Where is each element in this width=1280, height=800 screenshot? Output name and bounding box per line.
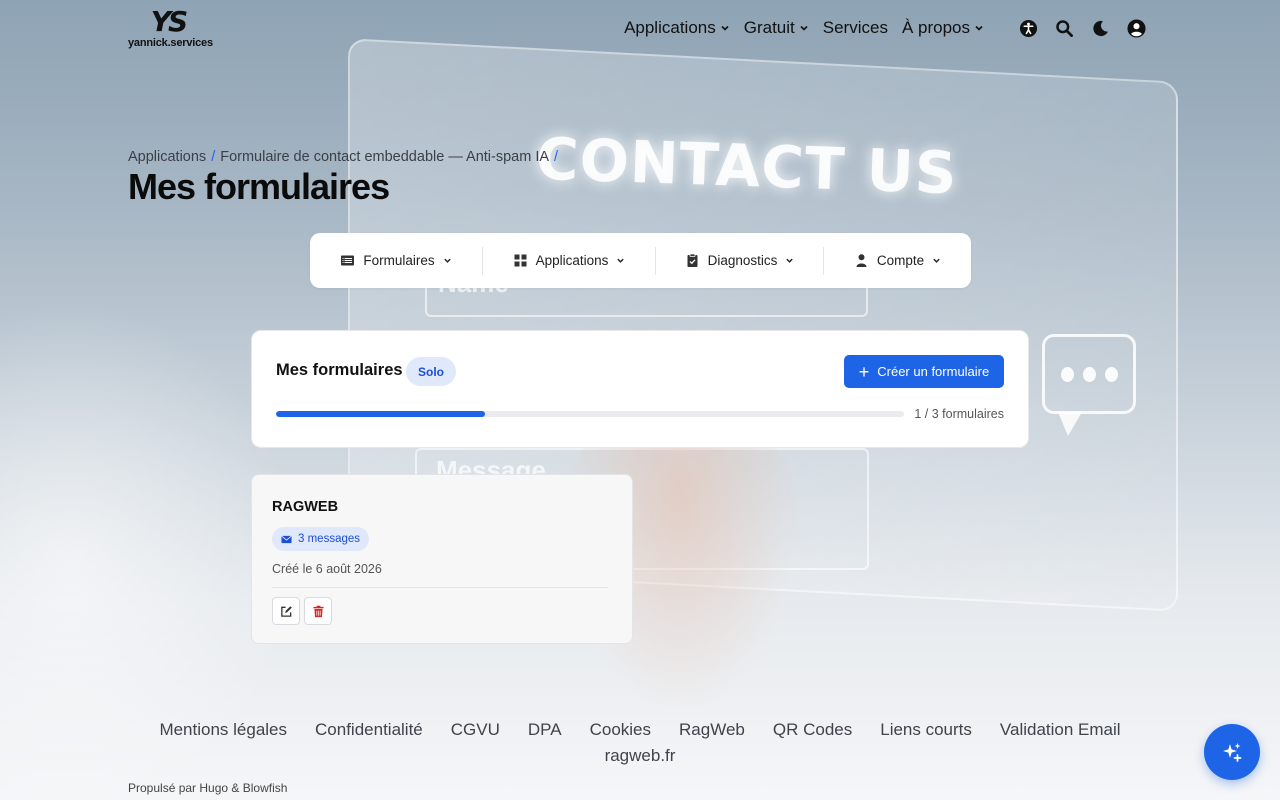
powered-by: Propulsé par Hugo & Blowfish: [128, 781, 288, 795]
footer-link-cookies[interactable]: Cookies: [590, 718, 651, 742]
footer-link-cgvu[interactable]: CGVU: [451, 718, 500, 742]
edit-form-button[interactable]: [272, 597, 300, 625]
chevron-down-icon: [443, 258, 451, 263]
breadcrumb-separator: /: [211, 149, 216, 165]
chevron-down-icon: [786, 258, 794, 263]
create-form-button-label: Créer un formulaire: [877, 364, 990, 379]
usage-label: 1 / 3 formulaires: [914, 407, 1004, 421]
footer-link-ragweb[interactable]: RagWeb: [679, 718, 745, 742]
site-logo[interactable]: YS yannick.services: [128, 5, 213, 50]
chevron-down-icon: [617, 258, 625, 263]
form-name: RAGWEB: [272, 499, 339, 515]
footer-link-qr-codes[interactable]: QR Codes: [773, 718, 852, 742]
chevron-down-icon: [975, 25, 983, 31]
accessibility-icon[interactable]: [1018, 18, 1038, 38]
usage-progress-bar: [276, 411, 904, 417]
subnav-applications-label: Applications: [535, 253, 609, 268]
forms-summary-card: Mes formulaires Solo + Créer un formulai…: [251, 330, 1029, 448]
list-icon: [341, 255, 355, 266]
nav-gratuit[interactable]: Gratuit: [744, 18, 809, 38]
breadcrumb-item-applications[interactable]: Applications: [128, 149, 206, 165]
plan-badge: Solo: [406, 357, 456, 386]
grid-icon: [514, 254, 527, 267]
nav-services[interactable]: Services: [823, 18, 888, 38]
chevron-down-icon: [933, 258, 940, 263]
nav-gratuit-label: Gratuit: [743, 18, 795, 37]
footer-link-validation-email[interactable]: Validation Email: [1000, 718, 1121, 742]
create-form-button[interactable]: + Créer un formulaire: [844, 355, 1004, 388]
breadcrumb: Applications / Formulaire de contact emb…: [128, 149, 563, 165]
plus-icon: +: [858, 361, 870, 382]
subnav-compte-label: Compte: [876, 253, 925, 268]
breadcrumb-separator: /: [554, 149, 559, 165]
footer-links: Mentions légales Confidentialité CGVU DP…: [0, 718, 1280, 768]
usage-progress-fill: [276, 411, 486, 417]
footer-link-mentions-legales[interactable]: Mentions légales: [159, 718, 287, 742]
subnav-formulaires-label: Formulaires: [363, 253, 435, 268]
footer-link-ragweb-fr[interactable]: ragweb.fr: [605, 744, 676, 768]
footer-link-liens-courts[interactable]: Liens courts: [880, 718, 972, 742]
user-icon[interactable]: [1126, 18, 1146, 38]
messages-count: 3 messages: [298, 533, 361, 545]
subnav-compte[interactable]: Compte: [824, 247, 971, 275]
form-card-divider: [272, 587, 608, 588]
clipboard-icon: [687, 253, 698, 267]
dashboard-subnav: Formulaires Applications Diagnostics Com…: [310, 233, 971, 288]
summary-title: Mes formulaires: [276, 361, 403, 379]
subnav-diagnostics[interactable]: Diagnostics: [656, 247, 823, 275]
nav-applications[interactable]: Applications: [624, 18, 730, 38]
edit-icon: [280, 605, 292, 617]
nav-applications-label: Applications: [624, 18, 716, 37]
delete-form-button[interactable]: [304, 597, 332, 625]
form-created-date: Créé le 6 août 2026: [272, 562, 382, 576]
chevron-down-icon: [800, 25, 808, 31]
sparkle-icon: [1223, 743, 1242, 762]
messages-badge[interactable]: 3 messages: [272, 527, 370, 551]
top-navigation: Applications Gratuit Services À propos: [610, 17, 1146, 39]
trash-icon: [312, 605, 324, 617]
logo-text: yannick.services: [128, 37, 213, 49]
nav-a-propos[interactable]: À propos: [902, 18, 984, 38]
header-icons: [1002, 18, 1146, 38]
form-card: RAGWEB 3 messages Créé le 6 août 2026: [251, 474, 633, 644]
chevron-down-icon: [721, 25, 729, 31]
footer-link-confidentialite[interactable]: Confidentialité: [315, 718, 423, 742]
logo-mark: YS: [150, 5, 188, 38]
page-title: Mes formulaires: [128, 166, 390, 207]
person-icon: [856, 254, 867, 267]
envelope-icon: [281, 535, 292, 543]
subnav-formulaires[interactable]: Formulaires: [310, 247, 482, 275]
nav-services-label: Services: [822, 18, 888, 37]
subnav-applications[interactable]: Applications: [483, 247, 655, 275]
moon-icon[interactable]: [1090, 18, 1110, 38]
footer-link-dpa[interactable]: DPA: [528, 718, 562, 742]
ai-assistant-button[interactable]: [1204, 724, 1260, 780]
nav-a-propos-label: À propos: [901, 18, 970, 37]
subnav-diagnostics-label: Diagnostics: [707, 253, 778, 268]
breadcrumb-item-contact-form[interactable]: Formulaire de contact embeddable — Anti-…: [220, 149, 549, 165]
search-icon[interactable]: [1054, 18, 1074, 38]
